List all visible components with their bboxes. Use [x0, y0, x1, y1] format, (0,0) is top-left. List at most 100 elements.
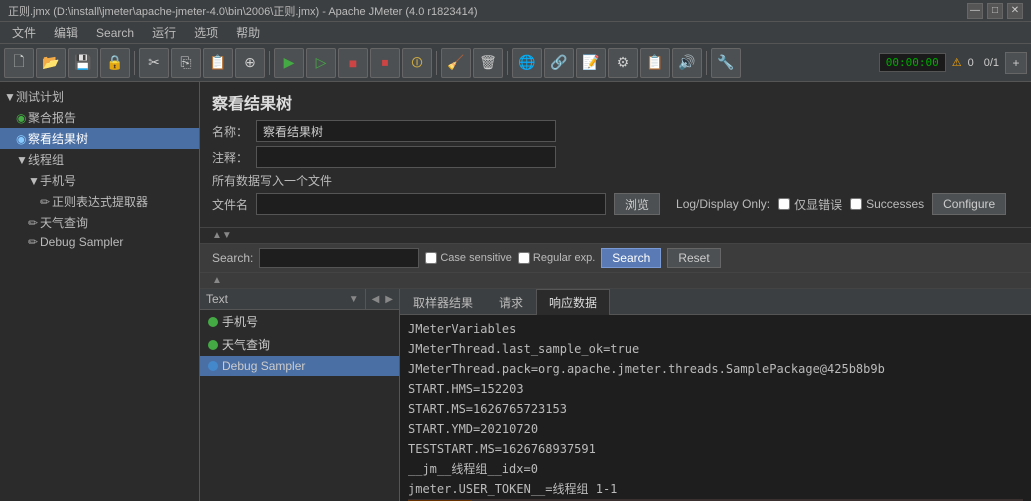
- collapse-icon[interactable]: ▲: [212, 275, 222, 286]
- toolbar-log-view[interactable]: 📋: [640, 48, 670, 78]
- result-tree-body: 手机号 天气查询 Debug Sampler: [200, 310, 399, 501]
- content-header: 察看结果树 名称： 注释： 所有数据写入一个文件 文件名 浏览 Log/Disp…: [200, 82, 1031, 228]
- tab-request[interactable]: 请求: [486, 289, 536, 315]
- browse-button[interactable]: 浏览: [614, 193, 660, 215]
- sidebar-item-label: 线程组: [28, 151, 64, 168]
- leaf-icon: ✏: [28, 235, 36, 249]
- expand-all-icon[interactable]: ▲▼: [212, 230, 232, 241]
- toolbar-paste[interactable]: 📋: [203, 48, 233, 78]
- result-right-panel: 取样器结果 请求 响应数据 JMeterVariables JMeterThre…: [400, 289, 1031, 501]
- close-button[interactable]: ✕: [1007, 3, 1023, 19]
- status-dot-green: [208, 317, 218, 327]
- comment-input[interactable]: [256, 146, 556, 168]
- result-content: JMeterVariables JMeterThread.last_sample…: [400, 315, 1031, 501]
- toolbar-cut[interactable]: ✂: [139, 48, 169, 78]
- sidebar-item-test-plan[interactable]: ▼ 测试计划: [0, 86, 199, 107]
- result-row-weather[interactable]: 天气查询: [200, 333, 399, 356]
- toolbar-sep5: [706, 51, 707, 75]
- reset-button[interactable]: Reset: [667, 248, 720, 268]
- toolbar-stop-now[interactable]: ⏹: [370, 48, 400, 78]
- name-input[interactable]: [256, 120, 556, 142]
- sidebar-item-weather[interactable]: ✏ 天气查询: [0, 212, 199, 233]
- menu-search[interactable]: Search: [88, 22, 142, 44]
- sidebar-item-label: Debug Sampler: [40, 235, 123, 249]
- tab-response-data[interactable]: 响应数据: [536, 289, 610, 315]
- toolbar-warning-icon: ⚠: [952, 56, 962, 69]
- menu-options[interactable]: 选项: [186, 22, 226, 44]
- menu-help[interactable]: 帮助: [228, 22, 268, 44]
- search-input[interactable]: [259, 248, 419, 268]
- toolbar-plus[interactable]: +: [1005, 52, 1027, 74]
- sort-icon[interactable]: ▼: [349, 294, 359, 305]
- toolbar-open[interactable]: 📂: [36, 48, 66, 78]
- minimize-button[interactable]: —: [967, 3, 983, 19]
- toolbar-new[interactable]: 🗋: [4, 48, 34, 78]
- toolbar-timer: 00:00:00: [879, 53, 946, 72]
- expand-icon: ▼: [28, 174, 36, 188]
- search-button[interactable]: Search: [601, 248, 661, 268]
- regular-exp-checkbox[interactable]: [518, 252, 530, 264]
- toolbar-save-all[interactable]: 🔒: [100, 48, 130, 78]
- toolbar-remote[interactable]: 🌐: [512, 48, 542, 78]
- toolbar-run-thread[interactable]: ▷: [306, 48, 336, 78]
- maximize-button[interactable]: □: [987, 3, 1003, 19]
- toolbar-clear-all[interactable]: 🗑: [473, 48, 503, 78]
- sidebar-item-aggregate[interactable]: ◉ 聚合报告: [0, 107, 199, 128]
- toolbar-stop[interactable]: ■: [338, 48, 368, 78]
- result-row-phone[interactable]: 手机号: [200, 310, 399, 333]
- toolbar-log-level[interactable]: 🔊: [672, 48, 702, 78]
- successes-checkbox[interactable]: [850, 198, 862, 210]
- toolbar-copy[interactable]: ⎘: [171, 48, 201, 78]
- filename-input[interactable]: [256, 193, 606, 215]
- case-sensitive-checkbox[interactable]: [425, 252, 437, 264]
- toolbar-warning-count: 0: [968, 57, 974, 69]
- search-label: Search:: [212, 251, 253, 265]
- sidebar-item-regex[interactable]: ✏ 正则表达式提取器: [0, 191, 199, 212]
- sidebar-item-label: 测试计划: [16, 88, 64, 105]
- toolbar-clear[interactable]: 🧹: [441, 48, 471, 78]
- content-line-1: JMeterThread.last_sample_ok=true: [408, 339, 1023, 359]
- toolbar-remote-all[interactable]: 🔗: [544, 48, 574, 78]
- result-label: 手机号: [222, 313, 258, 330]
- title-bar: 正则.jmx (D:\install\jmeter\apache-jmeter-…: [0, 0, 1031, 22]
- toolbar: 🗋 📂 💾 🔒 ✂ ⎘ 📋 ⊕ ▶ ▷ ■ ⏹ ⏼ 🧹 🗑 🌐 🔗 📝 ⚙ 📋 …: [0, 44, 1031, 82]
- configure-button[interactable]: Configure: [932, 193, 1006, 215]
- toolbar-expand[interactable]: ⊕: [235, 48, 265, 78]
- title-bar-text: 正则.jmx (D:\install\jmeter\apache-jmeter-…: [8, 3, 478, 19]
- leaf-icon: ◉: [16, 111, 24, 125]
- content-area: 察看结果树 名称： 注释： 所有数据写入一个文件 文件名 浏览 Log/Disp…: [200, 82, 1031, 501]
- toolbar-shutdown[interactable]: ⏼: [402, 48, 432, 78]
- menu-edit[interactable]: 编辑: [46, 22, 86, 44]
- successes-label: Successes: [866, 197, 924, 211]
- result-tree-header: Text ▼ ◀ ▶: [200, 289, 399, 310]
- sidebar-item-view-results[interactable]: ◉ 察看结果树: [0, 128, 199, 149]
- menu-run[interactable]: 运行: [144, 22, 184, 44]
- toolbar-sep2: [269, 51, 270, 75]
- tab-sampler-results[interactable]: 取样器结果: [400, 289, 486, 315]
- regular-exp-row: Regular exp.: [518, 252, 595, 264]
- sidebar-item-thread-group[interactable]: ▼ 线程组: [0, 149, 199, 170]
- search-row: Search: Case sensitive Regular exp. Sear…: [200, 244, 1031, 273]
- sidebar-item-phone[interactable]: ▼ 手机号: [0, 170, 199, 191]
- content-line-5: START.YMD=20210720: [408, 419, 1023, 439]
- toolbar-template[interactable]: 📝: [576, 48, 606, 78]
- toolbar-sep1: [134, 51, 135, 75]
- leaf-icon: ◉: [16, 132, 24, 146]
- filename-label: 文件名: [212, 196, 248, 213]
- menu-file[interactable]: 文件: [4, 22, 44, 44]
- toolbar-properties[interactable]: ⚙: [608, 48, 638, 78]
- file-desc-row: 所有数据写入一个文件: [212, 172, 1019, 189]
- menu-bar: 文件 编辑 Search 运行 选项 帮助: [0, 22, 1031, 44]
- sidebar-item-label: 察看结果树: [28, 130, 88, 147]
- toolbar-save[interactable]: 💾: [68, 48, 98, 78]
- errors-checkbox[interactable]: [778, 198, 790, 210]
- result-row-debug[interactable]: Debug Sampler: [200, 356, 399, 376]
- toolbar-extra[interactable]: 🔧: [711, 48, 741, 78]
- expand-left-icon[interactable]: ◀: [370, 294, 382, 305]
- result-tree-panel: Text ▼ ◀ ▶ 手机号 天气查询: [200, 289, 400, 501]
- case-sensitive-row: Case sensitive: [425, 252, 512, 264]
- expand-right-icon[interactable]: ▶: [383, 294, 395, 305]
- case-sensitive-label: Case sensitive: [440, 252, 512, 264]
- sidebar-item-debug[interactable]: ✏ Debug Sampler: [0, 233, 199, 251]
- toolbar-run[interactable]: ▶: [274, 48, 304, 78]
